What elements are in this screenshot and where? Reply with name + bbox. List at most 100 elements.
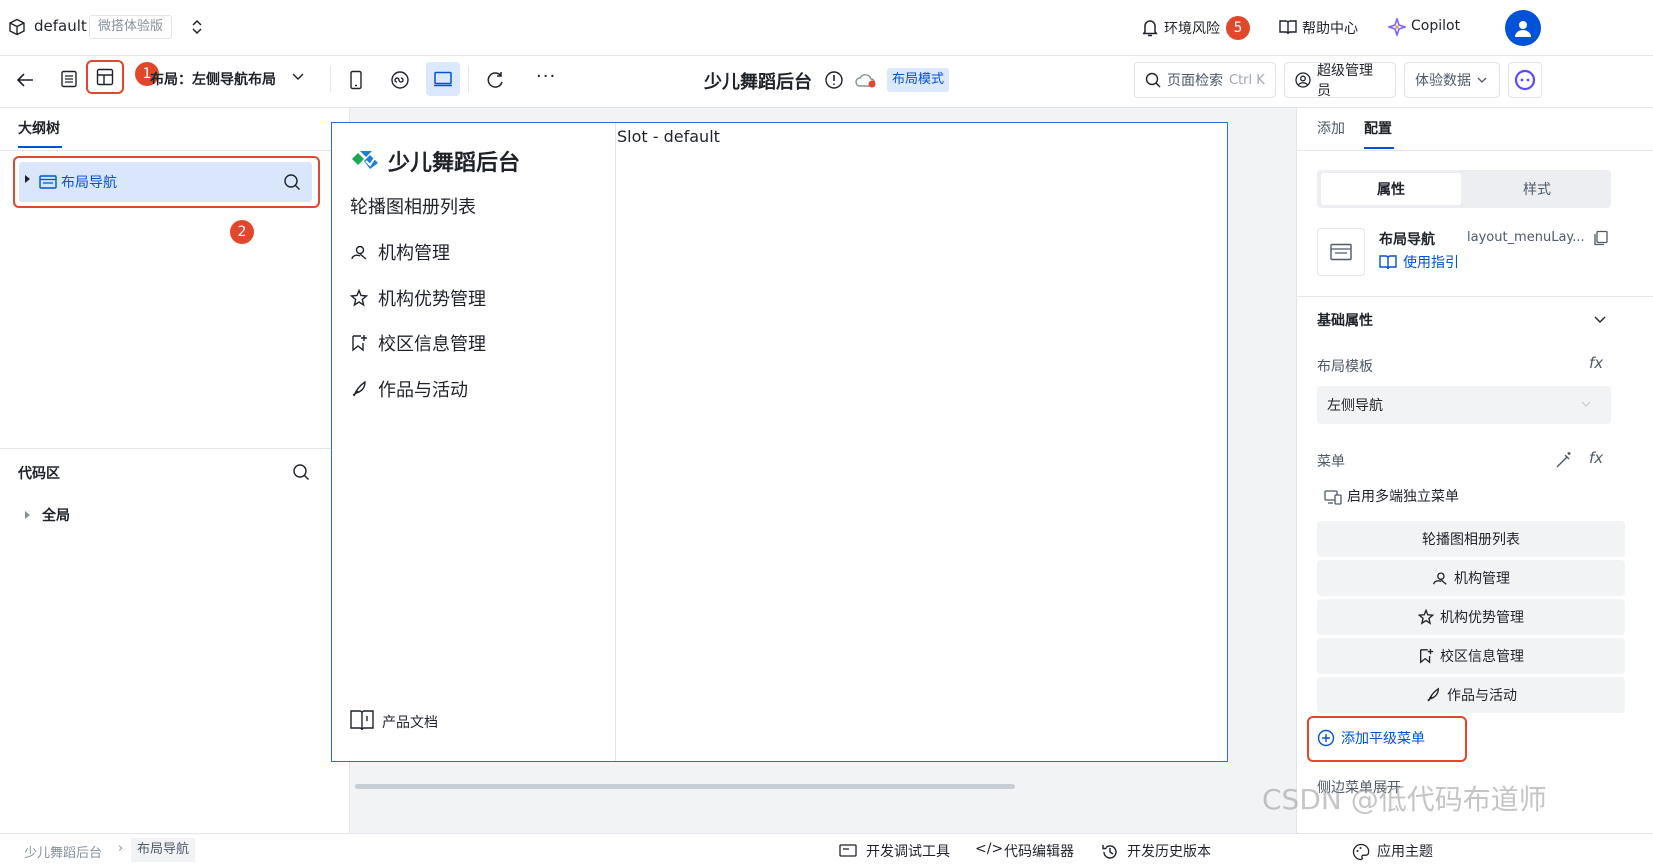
preview-menu-item[interactable]: 轮播图相册列表: [350, 193, 476, 219]
more-icon[interactable]: ···: [536, 66, 556, 87]
page-search-button[interactable]: 页面检索 Ctrl K: [1134, 62, 1276, 98]
avatar[interactable]: [1505, 10, 1541, 46]
assistant-button[interactable]: [1508, 62, 1542, 98]
chevron-down-icon: [1581, 401, 1591, 407]
component-id: layout_menuLay...: [1467, 230, 1585, 245]
caret-right-icon[interactable]: [25, 511, 30, 519]
divider: [0, 150, 349, 151]
layout-template-label: 布局模板: [1317, 359, 1373, 375]
config-menu-label: 作品与活动: [1447, 688, 1517, 704]
preview-menu-item[interactable]: 机构优势管理: [350, 285, 486, 311]
tab-underline: [18, 146, 62, 148]
search-icon: [1145, 72, 1161, 88]
config-menu-label: 机构管理: [1454, 571, 1510, 587]
copy-icon[interactable]: [1593, 230, 1609, 246]
app-name[interactable]: default: [34, 17, 87, 35]
fx-icon[interactable]: fx: [1589, 354, 1603, 372]
fx-icon[interactable]: fx: [1589, 449, 1603, 467]
magic-wand-icon[interactable]: [1555, 451, 1573, 469]
toolbar: 1 布局：左侧导航布局 ··· 少儿舞蹈后台 布局模式 页面检索 Ctrl K …: [0, 56, 1653, 108]
config-menu-item[interactable]: 轮播图相册列表: [1317, 521, 1625, 557]
bottom-bar: 少儿舞蹈后台 › 布局导航 开发调试工具 </> 代码编辑器 开发历史版本 应用…: [0, 833, 1653, 868]
product-docs-link[interactable]: 产品文档: [382, 712, 438, 732]
history-button[interactable]: 开发历史版本: [1127, 841, 1211, 861]
code-editor-button[interactable]: 代码编辑器: [1004, 841, 1074, 861]
search-icon[interactable]: [292, 463, 310, 481]
switch-app-icon[interactable]: [190, 19, 204, 35]
outline-node-layout-nav[interactable]: 布局导航: [19, 162, 312, 202]
role-selector[interactable]: 超级管理员: [1284, 62, 1396, 99]
config-menu-label: 轮播图相册列表: [1422, 532, 1520, 548]
segment-style[interactable]: 样式: [1467, 173, 1607, 205]
config-menu-label: 校区信息管理: [1440, 649, 1524, 665]
preview-brand-title: 少儿舞蹈后台: [388, 151, 521, 176]
watermark: CSDN @低代码布道师: [1262, 783, 1547, 816]
slot-label: Slot - default: [617, 127, 720, 146]
devtools-icon: [839, 844, 857, 858]
layout-template-select[interactable]: 左侧导航: [1317, 386, 1611, 424]
chevron-down-icon[interactable]: [1594, 316, 1606, 324]
preview-menu-item[interactable]: 校区信息管理: [350, 330, 486, 356]
help-center-link[interactable]: 帮助中心: [1302, 18, 1358, 38]
divider: [1297, 150, 1653, 151]
divider: [1297, 296, 1653, 297]
chevron-down-icon: [1477, 77, 1487, 83]
palette-icon: [1352, 843, 1370, 861]
menu-item-label: 机构管理: [378, 243, 450, 264]
cube-icon: [8, 18, 26, 36]
config-menu-item[interactable]: 校区信息管理: [1317, 638, 1625, 674]
chevron-down-icon[interactable]: [292, 73, 304, 81]
breadcrumb-current[interactable]: 布局导航: [131, 838, 196, 862]
user-circle-icon: [1295, 72, 1311, 88]
preview-frame[interactable]: 少儿舞蹈后台 轮播图相册列表 机构管理 机构优势管理 校区信息管理 作品与活动: [331, 122, 1228, 762]
tab-outline-tree[interactable]: 大纲树: [18, 118, 60, 138]
caret-right-icon[interactable]: [25, 175, 30, 183]
env-risk-label[interactable]: 环境风险: [1164, 18, 1220, 38]
role-label: 超级管理员: [1317, 63, 1373, 99]
config-menu-item[interactable]: 作品与活动: [1317, 677, 1625, 713]
search-icon[interactable]: [283, 173, 301, 191]
devtools-button[interactable]: 开发调试工具: [866, 841, 950, 861]
multi-menu-toggle[interactable]: 启用多端独立菜单: [1347, 486, 1459, 506]
guide-link[interactable]: 使用指引: [1403, 252, 1459, 272]
data-source-selector[interactable]: 体验数据: [1404, 62, 1500, 98]
outline-node-label: 布局导航: [61, 175, 117, 191]
copilot-link[interactable]: Copilot: [1411, 18, 1460, 34]
annotation-marker-2: 2: [230, 220, 254, 244]
menu-label: 菜单: [1317, 454, 1345, 470]
divider: [468, 66, 469, 92]
feather-icon: [1425, 687, 1441, 703]
info-icon[interactable]: [824, 70, 844, 90]
mobile-view-icon[interactable]: [349, 70, 363, 90]
breadcrumb-separator-icon: ›: [118, 841, 124, 856]
back-arrow-icon[interactable]: [16, 72, 34, 88]
refresh-icon[interactable]: [485, 70, 505, 90]
code-global-node[interactable]: 全局: [42, 505, 70, 525]
layout-selector-label[interactable]: 布局：左侧导航布局: [150, 69, 276, 89]
config-menu-item[interactable]: 机构优势管理: [1317, 599, 1625, 635]
tab-config[interactable]: 配置: [1364, 118, 1392, 138]
tab-underline: [1364, 147, 1394, 149]
segment-props[interactable]: 属性: [1321, 173, 1461, 205]
layout-button[interactable]: [86, 60, 124, 94]
bell-icon[interactable]: [1141, 18, 1159, 38]
tab-add[interactable]: 添加: [1317, 118, 1345, 138]
assistant-icon: [1514, 69, 1536, 91]
bookmark-add-icon: [1418, 648, 1434, 664]
config-menu-item[interactable]: 机构管理: [1317, 560, 1625, 596]
env-risk-count: 5: [1226, 16, 1250, 40]
app-theme-button[interactable]: 应用主题: [1377, 841, 1433, 861]
book-icon: [1279, 19, 1297, 35]
horizontal-scrollbar[interactable]: [355, 784, 1015, 789]
preview-menu-item[interactable]: 机构管理: [350, 239, 450, 265]
menu-item-label: 轮播图相册列表: [350, 197, 476, 218]
preview-menu-item[interactable]: 作品与活动: [350, 376, 468, 402]
add-sibling-menu-button[interactable]: 添加平级菜单: [1317, 728, 1425, 748]
org-icon: [1432, 570, 1448, 586]
page-list-icon[interactable]: [60, 70, 78, 88]
breadcrumb-root[interactable]: 少儿舞蹈后台: [24, 842, 102, 861]
layout-mode-tag: 布局模式: [887, 68, 950, 92]
segmented-control: 属性 样式: [1317, 170, 1611, 208]
mini-program-icon[interactable]: [390, 70, 410, 90]
pc-view-icon[interactable]: [426, 62, 460, 96]
